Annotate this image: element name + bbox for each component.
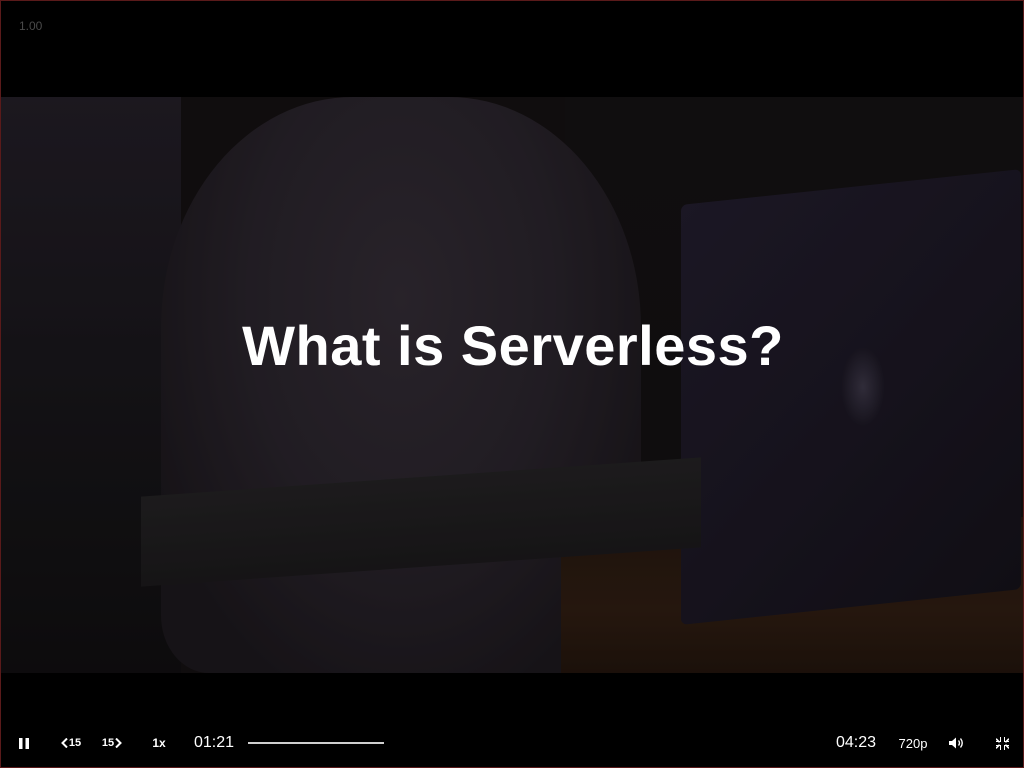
quality-button[interactable]: 720p — [891, 719, 935, 767]
forward-15-button[interactable]: 15 — [96, 719, 128, 767]
progress-fill — [248, 742, 384, 744]
forward-15-icon — [114, 738, 123, 748]
video-background-image — [1, 97, 1023, 673]
playback-speed-label: 1x — [152, 736, 166, 750]
current-time: 01:21 — [193, 734, 235, 751]
pause-button[interactable] — [9, 719, 39, 767]
duration-time: 04:23 — [835, 734, 877, 751]
rewind-15-icon — [60, 738, 69, 748]
zoom-readout: 1.00 — [19, 19, 43, 33]
slide-title: What is Serverless? — [242, 314, 784, 377]
exit-fullscreen-button[interactable] — [987, 719, 1017, 767]
volume-icon — [949, 737, 965, 749]
rewind-seconds-label: 15 — [68, 737, 82, 749]
video-player: 1.00 What is Serverless? 15 15 1x 01:21 … — [0, 0, 1024, 768]
progress-bar[interactable] — [248, 742, 818, 744]
pause-icon — [19, 737, 29, 749]
forward-seconds-label: 15 — [101, 737, 115, 749]
playback-speed-button[interactable]: 1x — [144, 719, 174, 767]
exit-fullscreen-icon — [995, 736, 1009, 750]
rewind-15-button[interactable]: 15 — [55, 719, 87, 767]
volume-button[interactable] — [943, 719, 971, 767]
video-frame[interactable]: What is Serverless? — [1, 97, 1023, 673]
control-bar: 15 15 1x 01:21 04:23 720p — [1, 719, 1023, 767]
